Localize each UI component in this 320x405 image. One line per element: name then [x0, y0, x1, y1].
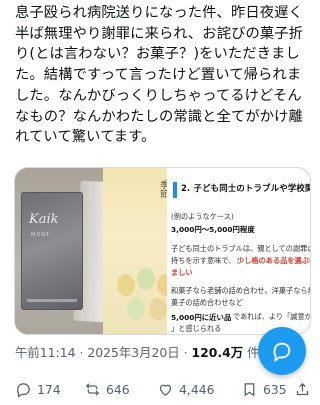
macaron	[137, 268, 155, 290]
article-line: であれば、より「誠意があ	[233, 312, 311, 321]
share-icon	[296, 382, 309, 395]
post-media-image[interactable]: Kaik MONT 季節 2. 子ども同士のトラブルや学校関係 (例のようなケー…	[14, 167, 311, 335]
article-line: 」と感じられる	[171, 324, 222, 333]
article-highlight: 少し格のある品を選ぶのが	[237, 256, 310, 265]
package-logo: Kaik	[29, 212, 59, 227]
post-action-bar: 174 646 4,446 635	[0, 378, 320, 405]
post-time[interactable]: 午前11:14	[15, 345, 76, 360]
heading-accent-bar	[173, 182, 177, 198]
macaron	[117, 274, 135, 296]
macaron	[127, 298, 145, 320]
bookmark-button[interactable]: 635	[241, 378, 287, 400]
repost-button[interactable]: 646	[84, 378, 130, 400]
meta-separator: ·	[179, 345, 192, 360]
like-icon	[159, 384, 172, 396]
article-case-label: (例のようなケース)	[171, 212, 234, 221]
article-price-range: 3,000円〜5,000円程度	[171, 225, 255, 234]
compose-reply-fab[interactable]	[258, 327, 306, 375]
article-price-note: 5,000円に近い品	[171, 313, 232, 322]
like-button[interactable]: 4,446	[157, 378, 214, 400]
reply-icon	[17, 382, 30, 398]
bookmark-icon	[244, 382, 255, 396]
bookmark-count: 635	[263, 381, 287, 397]
post-text: 息子殴られ病院送りになった件、昨日夜遅く半ば無理やり謝罪に来られ、お詫びの菓子折…	[15, 5, 304, 146]
package-subtext: MONT	[31, 232, 51, 238]
like-count: 4,446	[179, 381, 215, 397]
reply-button[interactable]: 174	[15, 378, 61, 400]
compose-reply-icon	[273, 342, 291, 362]
article-heading: 2. 子ども同士のトラブルや学校関係	[181, 183, 311, 193]
meta-separator: ·	[75, 345, 88, 360]
post-date[interactable]: 2025年3月20日	[87, 345, 179, 360]
article-line: 子ども同士のトラブルは、親としての謝罪の気	[171, 244, 311, 253]
article-highlight: ましい	[171, 268, 193, 277]
article-line: 持ちを示す意味で、	[171, 256, 236, 265]
gray-sweets-package: Kaik MONT	[21, 192, 83, 310]
repost-count: 646	[106, 381, 130, 397]
article-screenshot: 2. 子ども同士のトラブルや学校関係 (例のようなケース) 3,000円〜5,0…	[167, 168, 311, 334]
macaron	[149, 298, 167, 320]
package-stripe	[27, 299, 77, 302]
reply-count: 174	[37, 381, 61, 397]
view-count: 120.4万	[191, 345, 244, 360]
article-line: 菓子の詰め合わせなど	[171, 298, 243, 307]
article-line: 和菓子なら老舗の詰め合わせ、洋菓子なら焼き	[171, 286, 311, 295]
post-metadata: 午前11:14 · 2025年3月20日 · 120.4万 件の表	[15, 343, 284, 361]
repost-icon	[85, 382, 100, 396]
share-button[interactable]	[294, 378, 316, 400]
